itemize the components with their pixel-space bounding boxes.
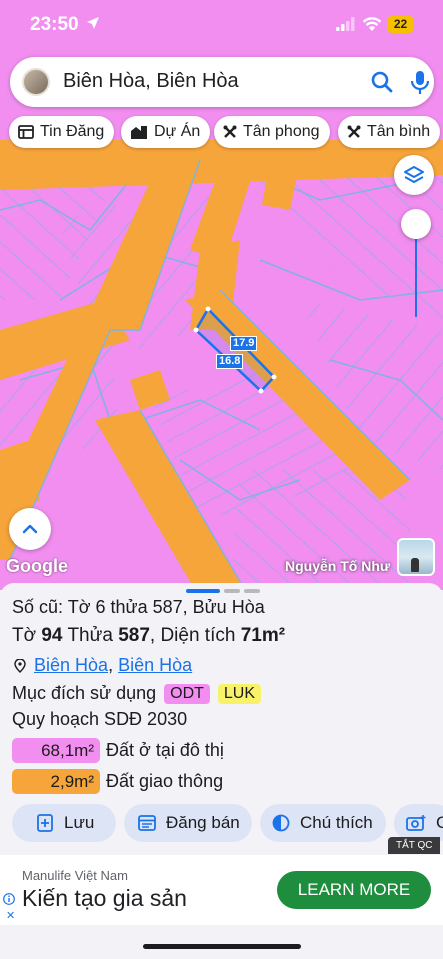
ad-close-icon[interactable]: ✕ [6,909,15,922]
ad-banner[interactable]: ✕ Manulife Việt Nam Kiến tạo gia sản LEA… [0,855,443,925]
separator: , [149,625,156,646]
area-label-residential: Đất ở tại đô thị [106,740,224,760]
camera-icon [406,815,426,831]
layers-icon [404,166,424,183]
chip-label: Tin Đăng [40,123,105,140]
opacity-slider-thumb[interactable] [401,209,431,239]
chip-tan-binh[interactable]: Tân bình [338,116,441,148]
hide-ads-badge[interactable]: TẮT QC [388,837,441,854]
home-indicator[interactable] [143,944,301,949]
status-bar: 23:50 22 [0,0,443,50]
chip-tin-dang[interactable]: Tin Đăng [9,116,115,148]
area-row-road: 2,9m² Đất giao thông [12,769,223,794]
save-button[interactable]: Lưu [12,804,116,842]
status-time: 23:50 [30,14,79,35]
land-purpose: Mục đích sử dụng ODT LUK [12,683,262,704]
ad-learn-more-button[interactable]: LEARN MORE [277,871,431,909]
cellular-signal-icon [336,17,355,31]
area-value-residential: 68,1m² [12,738,100,763]
legend-icon [272,814,290,832]
search-icon[interactable] [370,70,394,94]
tool-icon [347,125,361,138]
tool-icon [223,125,237,138]
plot-label: Thửa [67,625,113,646]
avatar[interactable] [22,68,50,96]
parcel-dimension-a: 17.9 [230,336,258,351]
area-value-road: 2,9m² [12,769,100,794]
purpose-tag-odt: ODT [164,683,210,704]
expand-panel-button[interactable] [9,508,51,550]
chip-label: Tân phong [243,123,320,140]
purpose-label: Mục đích sử dụng [12,683,157,703]
plan-heading: Quy hoạch SDĐ 2030 [12,709,188,729]
parcel-dimension-b: 16.8 [216,354,244,369]
city-link[interactable]: Biên Hòa [118,655,192,676]
area-value: 71m² [240,625,286,646]
separator: , [108,655,119,675]
map-view[interactable]: 17.9 16.8 23:50 22 Biên Hòa, Biên Hòa Ti… [0,0,443,590]
parcel-summary: Tờ 94 Thửa 587, Diện tích 71m² [12,625,285,647]
pager-indicator[interactable] [186,589,260,593]
sheet-number: 94 [41,625,63,646]
chip-du-an[interactable]: Dự Án [121,116,211,148]
listing-icon [138,815,156,831]
area-label: Diện tích [160,625,236,646]
list-icon [18,125,34,139]
legend-label: Chú thích [300,813,373,832]
mic-icon[interactable] [410,69,430,95]
pager-dot [244,589,260,593]
ad-headline: Kiến tạo gia sản [22,885,187,911]
layers-button[interactable] [394,155,434,195]
sheet-label: Tờ [12,625,37,646]
camera-label: C [436,813,443,832]
area-row-residential: 68,1m² Đất ở tại đô thị [12,738,224,763]
search-input[interactable]: Biên Hòa, Biên Hòa [63,70,239,93]
purpose-tag-luk: LUK [217,683,262,704]
legend-button[interactable]: Chú thích [260,804,386,842]
wifi-icon [362,17,382,31]
ad-brand: Manulife Việt Nam [22,868,128,883]
location-line: Biên Hòa, Biên Hòa [14,655,192,676]
save-label: Lưu [64,813,95,832]
battery-indicator: 22 [387,16,414,33]
post-sale-button[interactable]: Đăng bán [124,804,252,842]
ad-info-icon[interactable] [3,893,15,905]
photo-attribution[interactable]: Nguyễn Tố Như [285,558,390,574]
chip-label: Tân bình [367,123,431,140]
area-label-road: Đất giao thông [106,771,224,791]
chip-tan-phong[interactable]: Tân phong [214,116,330,148]
location-arrow-icon [87,17,99,29]
location-pin-icon [14,658,26,673]
plot-number: 587 [118,625,150,646]
parcel-info-sheet: Số cũ: Tờ 6 thửa 587, Bửu Hòa Tờ 94 Thửa… [0,583,443,855]
chevron-up-icon [22,524,38,534]
pager-dot [186,589,220,593]
google-logo: Google [6,556,68,576]
old-parcel-id: Số cũ: Tờ 6 thửa 587, Bửu Hòa [12,597,265,617]
chip-label: Dự Án [154,123,201,140]
search-bar[interactable]: Biên Hòa, Biên Hòa [10,57,434,107]
building-icon [131,126,147,139]
save-icon [37,814,53,832]
pager-dot [224,589,240,593]
street-photo-thumbnail[interactable] [397,538,435,576]
ward-link[interactable]: Biên Hòa [34,655,108,676]
post-sale-label: Đăng bán [166,813,240,832]
